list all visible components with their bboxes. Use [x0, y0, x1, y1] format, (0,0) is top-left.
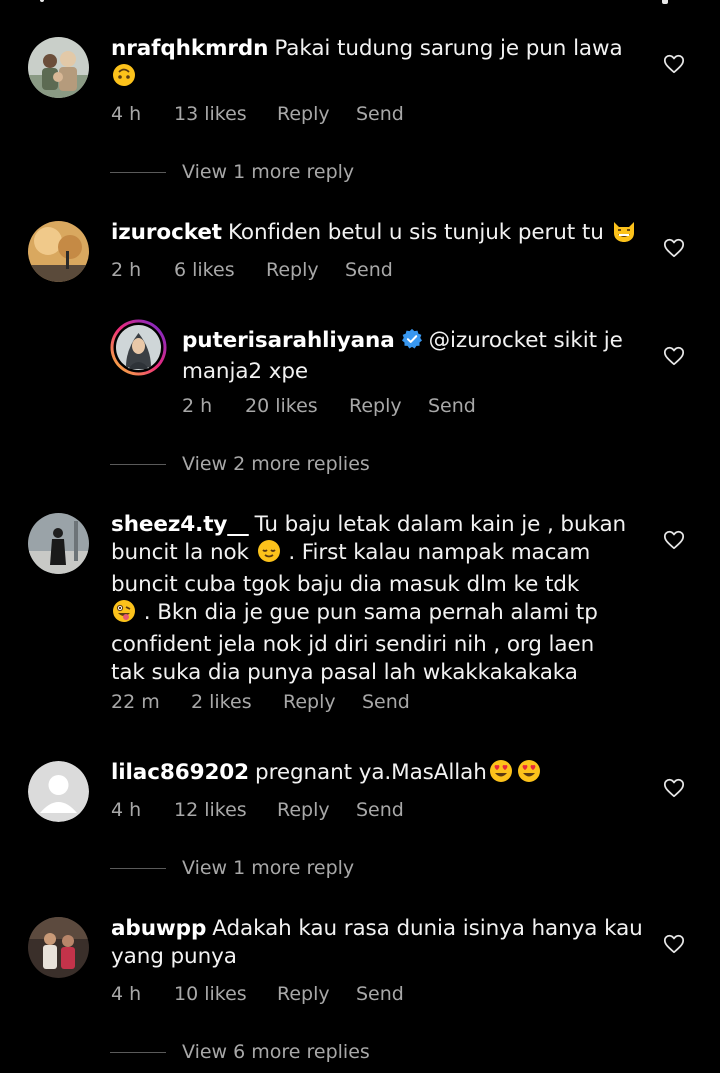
timestamp: 4 h: [111, 983, 142, 1005]
reply-button[interactable]: Reply: [277, 798, 356, 822]
username[interactable]: izurocket: [111, 220, 222, 245]
comment-text: sheez4.ty__ Tu baju letak dalam kain je ,…: [111, 512, 627, 685]
timestamp: 22 m: [111, 691, 160, 713]
top-edge-mark: [40, 0, 44, 2]
view-more-replies[interactable]: View 6 more replies: [110, 1040, 370, 1064]
likes-count[interactable]: 20 likes: [245, 394, 349, 418]
comment-text: izurocket Konfiden betul u sis tunjuk per…: [111, 219, 651, 251]
comment-text: abuwpp Adakah kau rasa dunia isinya hanya…: [111, 916, 643, 969]
send-button[interactable]: Send: [356, 982, 404, 1006]
avatar[interactable]: [28, 513, 89, 574]
like-heart-icon[interactable]: [663, 345, 685, 367]
heart-eyes-icon: [488, 759, 514, 791]
story-ring-avatar[interactable]: [110, 319, 167, 376]
reply-button[interactable]: Reply: [283, 690, 362, 714]
send-button[interactable]: Send: [345, 258, 393, 282]
comment-meta: 4 h 12 likes Reply Send: [111, 798, 404, 822]
username[interactable]: sheez4.ty__: [111, 512, 249, 537]
likes-count[interactable]: 2 likes: [191, 690, 283, 714]
view-more-replies[interactable]: View 2 more replies: [110, 452, 370, 476]
view-more-replies[interactable]: View 1 more reply: [110, 160, 354, 184]
upside-down-face-icon: [112, 63, 136, 95]
username[interactable]: puterisarahliyana: [182, 328, 395, 353]
heart-eyes-icon: [516, 759, 542, 791]
likes-count[interactable]: 6 likes: [174, 258, 266, 282]
divider-line: [110, 868, 166, 869]
likes-count[interactable]: 12 likes: [174, 798, 277, 822]
username[interactable]: lilac869202: [111, 760, 249, 785]
like-heart-icon[interactable]: [663, 529, 685, 551]
reply-button[interactable]: Reply: [277, 102, 356, 126]
reply-text: puterisarahliyana @izurocket sikit je man…: [182, 328, 623, 384]
default-avatar[interactable]: [28, 761, 89, 822]
top-edge-mark: [662, 0, 668, 4]
send-button[interactable]: Send: [356, 102, 404, 126]
like-heart-icon[interactable]: [663, 237, 685, 259]
comment-meta: 4 h 13 likes Reply Send: [111, 102, 404, 126]
reply-button[interactable]: Reply: [349, 394, 428, 418]
avatar[interactable]: [28, 37, 89, 98]
send-button[interactable]: Send: [362, 690, 410, 714]
comment-meta: 4 h 10 likes Reply Send: [111, 982, 404, 1006]
timestamp: 2 h: [111, 259, 142, 281]
comment-text: lilac869202 pregnant ya.MasAllah: [111, 759, 651, 791]
comment-meta: 2 h 6 likes Reply Send: [111, 258, 393, 282]
divider-line: [110, 172, 166, 173]
username[interactable]: abuwpp: [111, 916, 206, 941]
comment-text: nrafqhkmrdn Pakai tudung sarung je pun la…: [111, 35, 631, 95]
send-button[interactable]: Send: [356, 798, 404, 822]
comment-meta: 22 m 2 likes Reply Send: [111, 690, 410, 714]
verified-badge-icon: [401, 328, 423, 358]
grinning-cat-icon: [611, 219, 637, 251]
divider-line: [110, 1052, 166, 1053]
like-heart-icon[interactable]: [663, 53, 685, 75]
like-heart-icon[interactable]: [663, 777, 685, 799]
like-heart-icon[interactable]: [663, 933, 685, 955]
timestamp: 4 h: [111, 103, 142, 125]
comment-meta: 2 h 20 likes Reply Send: [182, 394, 476, 418]
timestamp: 4 h: [111, 799, 142, 821]
likes-count[interactable]: 13 likes: [174, 102, 277, 126]
reply-button[interactable]: Reply: [266, 258, 345, 282]
zany-face-icon: [112, 599, 136, 631]
divider-line: [110, 464, 166, 465]
reply-button[interactable]: Reply: [277, 982, 356, 1006]
likes-count[interactable]: 10 likes: [174, 982, 277, 1006]
avatar[interactable]: [28, 221, 89, 282]
send-button[interactable]: Send: [428, 394, 476, 418]
username[interactable]: nrafqhkmrdn: [111, 36, 268, 61]
timestamp: 2 h: [182, 395, 213, 417]
view-more-replies[interactable]: View 1 more reply: [110, 856, 354, 880]
avatar[interactable]: [28, 917, 89, 978]
relieved-face-icon: [257, 539, 281, 571]
